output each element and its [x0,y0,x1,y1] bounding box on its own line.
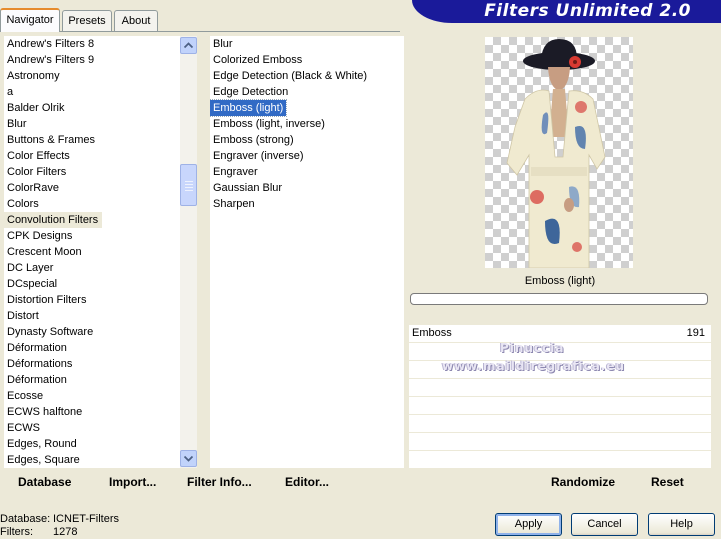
filter-item[interactable]: Edge Detection (Black & White) [210,68,404,84]
watermark-name: Pinuccia [500,341,565,355]
filter-item[interactable]: Engraver (inverse) [210,148,404,164]
category-item[interactable]: CPK Designs [4,228,180,244]
editor-button[interactable]: Editor... [285,475,329,489]
scroll-up-button[interactable] [180,37,197,54]
parameter-row [409,379,711,397]
parameter-row [409,397,711,415]
filter-item[interactable]: Engraver [210,164,404,180]
app-banner: Filters Unlimited 2.0 [412,0,721,23]
category-item[interactable]: Balder Olrik [4,100,180,116]
category-item[interactable]: Ecosse [4,388,180,404]
filter-list[interactable]: Blur Colorized Emboss Edge Detection (Blac… [210,36,404,468]
status-database-label: Database: [0,513,51,525]
preview-image [485,37,633,268]
category-item[interactable]: DC Layer [4,260,180,276]
filter-item[interactable]: Gaussian Blur [210,180,404,196]
category-item[interactable]: Andrew's Filters 9 [4,52,180,68]
chevron-up-icon [184,42,193,49]
scroll-down-button[interactable] [180,450,197,467]
status-filters-label: Filters: [0,526,33,538]
reset-button[interactable]: Reset [651,475,684,489]
parameter-name: Emboss [412,327,452,339]
category-item[interactable]: Convolution Filters [4,212,180,228]
category-item[interactable]: ColorRave [4,180,180,196]
category-item[interactable]: Blur [4,116,180,132]
category-item[interactable]: Colors [4,196,180,212]
filter-item[interactable]: Emboss (light) [210,99,404,117]
filter-item[interactable]: Emboss (light, inverse) [210,116,404,132]
filter-item[interactable]: Emboss (strong) [210,132,404,148]
parameter-row [409,451,711,469]
randomize-button[interactable]: Randomize [551,475,615,489]
parameter-value[interactable]: 191 [687,327,705,339]
tab-strip-divider [0,31,400,32]
preview-figure [506,39,606,268]
category-item[interactable]: Déformations [4,356,180,372]
help-button[interactable]: Help [648,513,715,536]
status-database-value: ICNET-Filters [53,513,119,525]
tab-navigator[interactable]: Navigator [0,8,60,32]
category-item[interactable]: Andrew's Filters 8 [4,36,180,52]
tab-about[interactable]: About [114,10,158,31]
category-item[interactable]: ECWS [4,420,180,436]
status-filters-value: 1278 [53,526,78,538]
filter-info-button[interactable]: Filter Info... [187,475,252,489]
category-item[interactable]: Crescent Moon [4,244,180,260]
category-scrollbar[interactable] [180,36,197,468]
category-item[interactable]: Edges, Square [4,452,180,468]
scroll-thumb[interactable] [180,164,197,206]
category-item[interactable]: Déformation [4,372,180,388]
category-item[interactable]: a [4,84,180,100]
filter-item[interactable]: Sharpen [210,196,404,212]
category-item[interactable]: Color Effects [4,148,180,164]
apply-button[interactable]: Apply [495,513,562,536]
import-button[interactable]: Import... [109,475,156,489]
category-item[interactable]: Buttons & Frames [4,132,180,148]
filter-item[interactable]: Blur [210,36,404,52]
category-item[interactable]: Color Filters [4,164,180,180]
parameter-row [409,415,711,433]
database-button[interactable]: Database [18,475,71,489]
chevron-down-icon [184,455,193,462]
filter-item[interactable]: Edge Detection [210,84,404,100]
filter-item[interactable]: Colorized Emboss [210,52,404,68]
category-item[interactable]: Distortion Filters [4,292,180,308]
category-item[interactable]: Edges, Round [4,436,180,452]
category-list[interactable]: Andrew's Filters 8 Andrew's Filters 9 Astr… [4,36,180,468]
parameter-row [409,433,711,451]
progress-bar [410,293,708,305]
app-title: Filters Unlimited 2.0 [484,1,691,21]
category-item[interactable]: ECWS halftone [4,404,180,420]
category-item[interactable]: Dynasty Software [4,324,180,340]
category-item[interactable]: Déformation [4,340,180,356]
category-item[interactable]: Distort [4,308,180,324]
cancel-button[interactable]: Cancel [571,513,638,536]
selected-filter-title: Emboss (light) [524,275,596,287]
watermark-url: www.maildiregrafica.eu [442,359,626,373]
category-item[interactable]: Astronomy [4,68,180,84]
tab-presets[interactable]: Presets [62,10,112,31]
category-item[interactable]: DCspecial [4,276,180,292]
